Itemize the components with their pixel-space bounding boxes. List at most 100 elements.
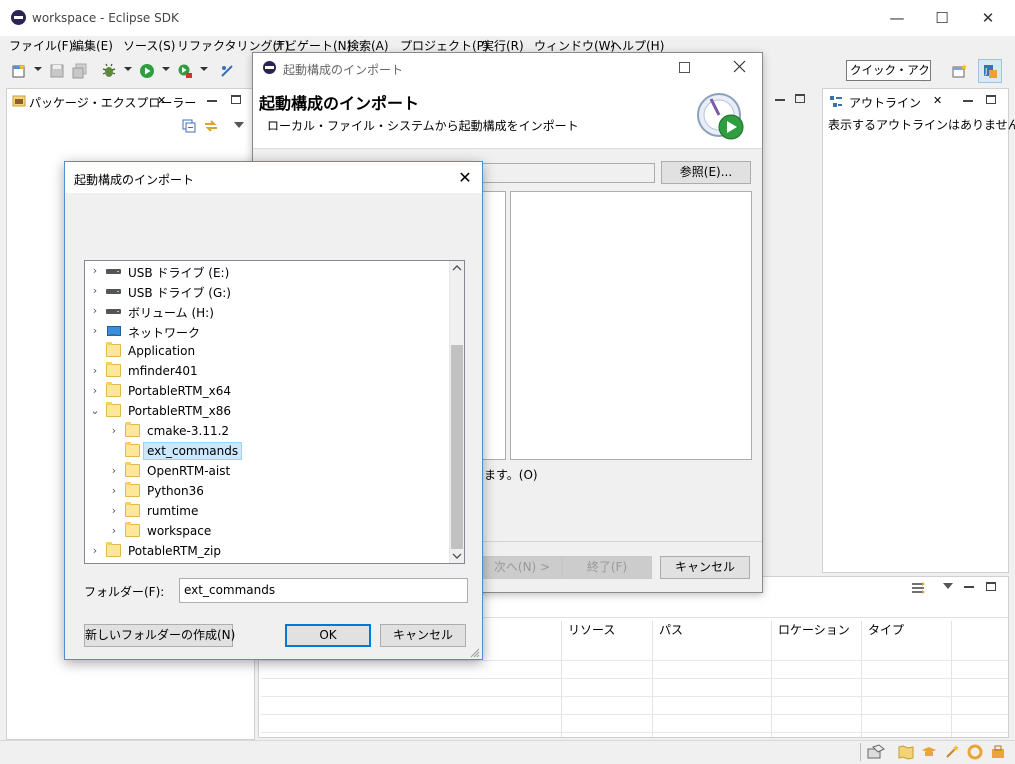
from-directory-input[interactable]: [482, 163, 655, 183]
menu-source[interactable]: ソース(S): [123, 37, 175, 54]
save-icon[interactable]: [49, 63, 65, 79]
tree-item[interactable]: › USB ドライブ (E:): [85, 261, 445, 281]
outline-minimize-icon[interactable]: [963, 100, 973, 102]
tree-item[interactable]: Application: [85, 341, 445, 361]
editor-minimize-icon[interactable]: [775, 99, 785, 101]
marketplace-icon[interactable]: [990, 744, 1006, 760]
file-list-panel[interactable]: [510, 191, 752, 460]
tree-item[interactable]: ⌄ PortableRTM_x86: [85, 401, 445, 421]
tree-item[interactable]: › mfinder401: [85, 361, 445, 381]
tree-item[interactable]: › ネットワーク: [85, 321, 445, 341]
bottom-view-menu-icon[interactable]: [943, 583, 953, 589]
bottom-view-toolbar-icon[interactable]: [910, 580, 926, 596]
chevron-right-icon[interactable]: ›: [89, 304, 101, 318]
collapse-all-icon[interactable]: [182, 119, 196, 133]
help-ring-icon[interactable]: [967, 744, 983, 760]
chevron-right-icon[interactable]: ›: [108, 504, 120, 518]
wand-icon[interactable]: [944, 744, 960, 760]
map-icon[interactable]: [898, 744, 914, 760]
chevron-right-icon[interactable]: ›: [89, 544, 101, 558]
tree-item[interactable]: › cmake-3.11.2: [85, 421, 445, 441]
folder-cancel-button[interactable]: キャンセル: [380, 624, 466, 647]
next-button[interactable]: 次へ(N) >: [482, 556, 562, 579]
chevron-right-icon[interactable]: ›: [108, 464, 120, 478]
minimize-view-icon[interactable]: [207, 100, 217, 102]
tutorial-icon[interactable]: [921, 744, 937, 760]
ok-button[interactable]: OK: [285, 624, 371, 647]
column-header-resource[interactable]: リソース: [568, 621, 615, 638]
external-tools-icon[interactable]: [177, 63, 193, 79]
chevron-right-icon[interactable]: ›: [89, 284, 101, 298]
open-perspective-icon[interactable]: [952, 63, 968, 79]
column-header-type[interactable]: タイプ: [868, 621, 904, 638]
finish-button[interactable]: 終了(F): [562, 556, 652, 579]
tree-item[interactable]: › ボリューム (H:): [85, 301, 445, 321]
chevron-right-icon[interactable]: ›: [89, 324, 101, 338]
bottom-minimize-icon[interactable]: [964, 586, 974, 588]
outline-maximize-icon[interactable]: [986, 95, 996, 104]
save-all-icon[interactable]: [72, 63, 88, 79]
overwrite-option-label[interactable]: ます。(O): [484, 466, 538, 483]
folder-list-panel[interactable]: [482, 191, 506, 460]
tree-item[interactable]: › Python36: [85, 481, 445, 501]
new-icon[interactable]: [11, 63, 27, 79]
tab-package-explorer[interactable]: パッケージ・エクスプローラー ✕: [7, 89, 196, 113]
new-folder-button[interactable]: 新しいフォルダーの作成(N): [84, 624, 235, 647]
package-explorer-close-icon[interactable]: ✕: [157, 94, 166, 107]
folder-name-input[interactable]: ext_commands: [179, 578, 468, 603]
tree-item-label: ext_commands: [143, 442, 243, 460]
tree-item[interactable]: › rumtime: [85, 501, 445, 521]
chevron-right-icon[interactable]: ›: [108, 424, 120, 438]
external-tools-dropdown-icon[interactable]: [200, 67, 208, 71]
editor-maximize-icon[interactable]: [795, 94, 805, 103]
tree-item-label: Application: [128, 344, 196, 358]
tree-item[interactable]: › USB ドライブ (G:): [85, 281, 445, 301]
column-header-path[interactable]: パス: [659, 621, 683, 638]
menu-edit[interactable]: 編集(E): [72, 37, 113, 54]
minimize-button[interactable]: —: [874, 0, 920, 36]
wizard-maximize-button[interactable]: [679, 62, 690, 73]
folder-tree[interactable]: › USB ドライブ (E:) › USB ドライブ (G:) › ボリューム (H:) ›…: [84, 260, 465, 564]
drive-icon: [106, 284, 121, 297]
tasks-icon[interactable]: [867, 744, 885, 760]
chevron-right-icon[interactable]: ›: [89, 384, 101, 398]
maximize-button[interactable]: ☐: [919, 0, 965, 36]
chevron-right-icon[interactable]: ›: [89, 264, 101, 278]
tree-item[interactable]: › PotableRTM_zip: [85, 541, 445, 561]
bottom-maximize-icon[interactable]: [986, 582, 996, 591]
maximize-view-icon[interactable]: [231, 95, 241, 104]
menu-file[interactable]: ファイル(F): [9, 37, 73, 54]
tree-scroll-thumb[interactable]: [451, 345, 463, 549]
debug-icon[interactable]: [101, 63, 117, 79]
browse-button[interactable]: 参照(E)...: [661, 161, 751, 184]
run-icon[interactable]: [139, 63, 155, 79]
chevron-right-icon[interactable]: ›: [89, 364, 101, 378]
run-dropdown-icon[interactable]: [162, 67, 170, 71]
column-header-location[interactable]: ロケーション: [778, 621, 850, 638]
tree-item[interactable]: › OpenRTM-aist: [85, 461, 445, 481]
tree-item[interactable]: › workspace: [85, 521, 445, 541]
link-with-editor-icon[interactable]: [203, 118, 219, 134]
scroll-down-icon[interactable]: [452, 552, 462, 560]
table-row: [261, 715, 1008, 733]
scroll-up-icon[interactable]: [452, 264, 462, 272]
outline-close-icon[interactable]: ✕: [933, 94, 942, 107]
chevron-down-icon[interactable]: ⌄: [89, 404, 101, 418]
quick-access-input[interactable]: クイック・アクセス: [846, 60, 931, 81]
debug-dropdown-icon[interactable]: [124, 67, 132, 71]
tree-item-label: OpenRTM-aist: [147, 464, 231, 478]
folder-dialog-close-icon[interactable]: ✕: [452, 165, 478, 191]
close-window-button[interactable]: ✕: [965, 0, 1011, 36]
view-menu-icon[interactable]: [234, 122, 244, 128]
wizard-cancel-button[interactable]: キャンセル: [660, 556, 750, 579]
resize-grip-icon[interactable]: [469, 647, 480, 658]
outline-tab-label[interactable]: アウトライン: [849, 94, 921, 111]
tree-item[interactable]: › PortableRTM_x64: [85, 381, 445, 401]
skip-breakpoints-icon[interactable]: [219, 63, 235, 79]
tree-item[interactable]: ext_commands: [85, 441, 445, 461]
wizard-close-icon[interactable]: [733, 60, 746, 73]
chevron-right-icon[interactable]: ›: [108, 484, 120, 498]
chevron-right-icon[interactable]: ›: [108, 524, 120, 538]
new-dropdown-icon[interactable]: [34, 67, 42, 71]
java-perspective-button[interactable]: J: [978, 59, 1002, 83]
